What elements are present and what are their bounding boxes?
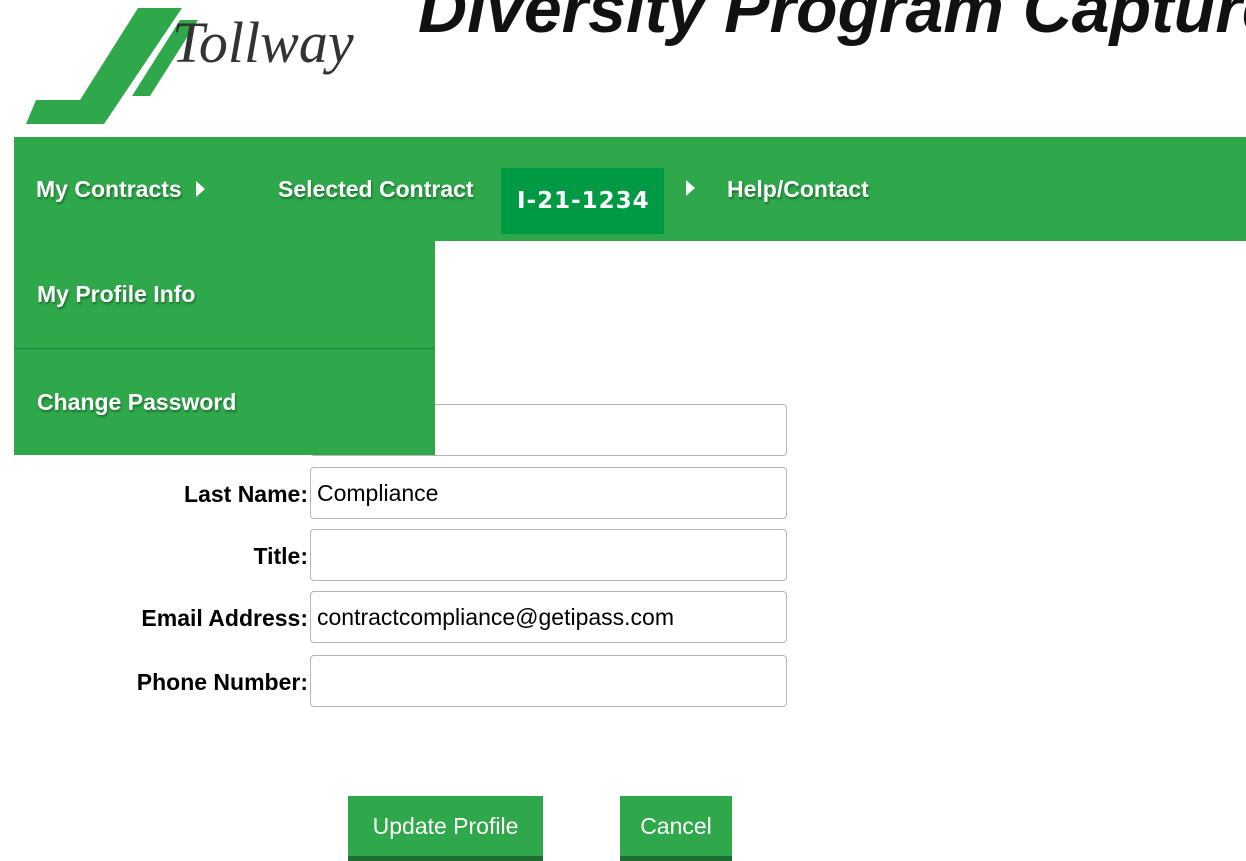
title-row: Title:: [0, 529, 800, 583]
phone-field[interactable]: [310, 655, 787, 707]
last-name-row: Last Name:: [0, 467, 800, 521]
nav-selected-contract-label: Selected Contract: [278, 175, 474, 202]
nav-help-contact[interactable]: Help/Contact: [727, 137, 869, 241]
email-field[interactable]: [310, 591, 787, 643]
app-title: Diversity Program Capture: [418, 0, 1246, 47]
caret-right-icon: [686, 180, 695, 196]
contracts-dropdown-menu: My Profile Info Change Password: [14, 241, 435, 455]
tollway-logo-mark: Tollway: [26, 8, 354, 124]
caret-right-icon: [195, 181, 205, 197]
contract-number-badge[interactable]: I-21-1234: [501, 168, 664, 234]
last-name-field[interactable]: [310, 467, 787, 519]
title-field[interactable]: [310, 529, 787, 581]
menu-item-change-password[interactable]: Change Password: [14, 348, 435, 455]
email-row: Email Address:: [0, 591, 800, 645]
nav-selected-contract[interactable]: Selected Contract: [278, 137, 474, 241]
nav-help-contact-label: Help/Contact: [727, 175, 869, 202]
last-name-label: Last Name:: [184, 480, 308, 507]
menu-item-my-profile-info[interactable]: My Profile Info: [14, 241, 435, 348]
logo-text: Tollway: [172, 10, 354, 75]
phone-row: Phone Number:: [0, 655, 800, 709]
cancel-button[interactable]: Cancel: [620, 796, 732, 861]
email-label: Email Address:: [141, 604, 308, 631]
tollway-logo: Tollway: [22, 0, 362, 128]
update-profile-button[interactable]: Update Profile: [348, 796, 543, 861]
title-label: Title:: [253, 542, 308, 569]
phone-label: Phone Number:: [136, 668, 308, 695]
nav-my-contracts-label: My Contracts: [36, 175, 182, 202]
nav-my-contracts[interactable]: My Contracts: [36, 137, 205, 241]
